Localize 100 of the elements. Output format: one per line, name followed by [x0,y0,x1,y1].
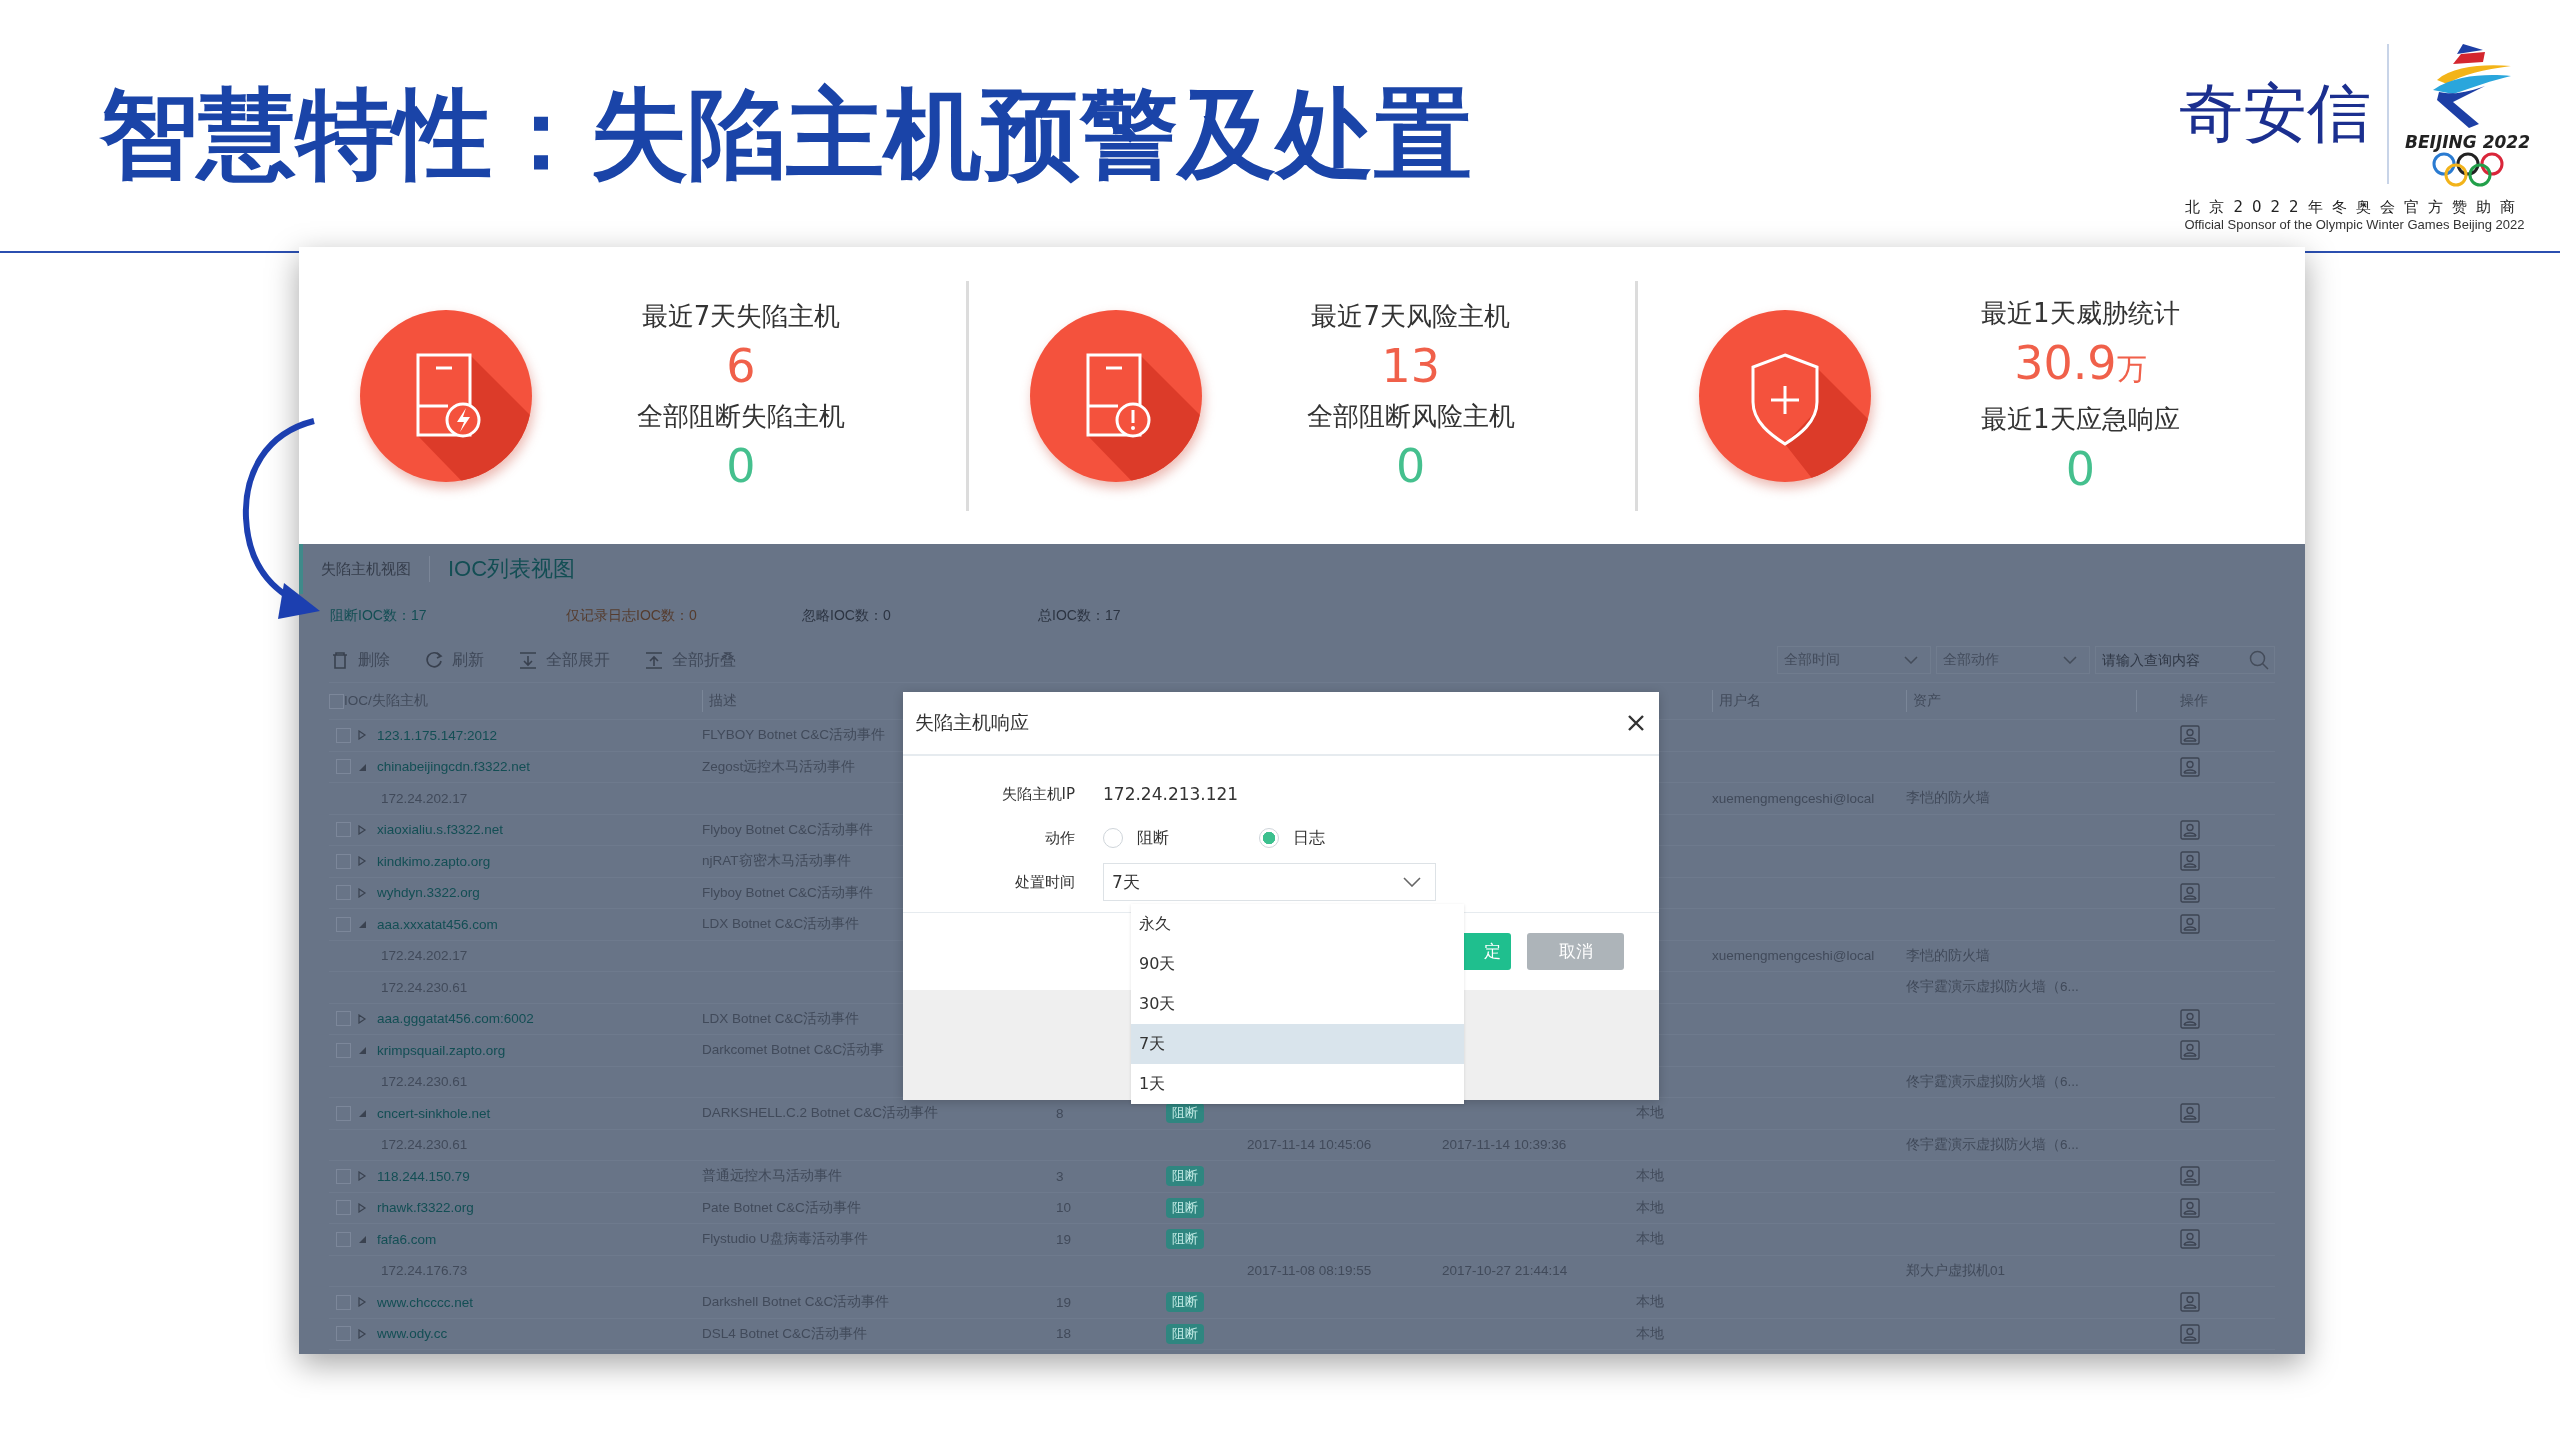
stat-value: 6 [726,337,756,395]
stat-value: 0 [2065,440,2095,498]
field-value: 172.24.213.121 [1103,784,1239,804]
ioc-link[interactable]: aaa.gggatat456.com:6002 [377,1011,534,1027]
status-tag: 阻断 [1166,1197,1204,1218]
dialog-title: 失陷主机响应 [915,710,1029,735]
caret-icon[interactable] [357,1234,367,1245]
profile-icon[interactable] [2180,756,2200,777]
profile-icon[interactable] [2180,1040,2200,1061]
radio-button[interactable] [1259,828,1279,848]
select-field[interactable]: 7天 [1103,863,1436,901]
stat-label: 最近1天威胁统计 [1981,296,2180,330]
menu-option[interactable]: 1天 [1131,1064,1464,1104]
menu-option[interactable]: 30天 [1131,984,1464,1024]
field-label: 处置时间 [1014,872,1076,892]
brand-logo-text: 奇安信 [2179,75,2372,152]
stat-label: 全部阻断失陷主机 [637,399,845,433]
status-tag: 阻断 [1166,1103,1204,1124]
shield-plus-icon [1699,309,1872,482]
sponsor-text: Official Sponsor of the Olympic Winter Games Beijing 2022 [2184,216,2525,232]
stat-label: 最近7天风险主机 [1311,299,1510,333]
ioc-link[interactable]: cncert-sinkhole.net [377,1105,491,1121]
tab[interactable]: IOC列表视图 [448,554,576,584]
caret-icon[interactable] [357,1328,367,1339]
expand-icon [518,650,538,670]
field-label: 动作 [1044,828,1076,848]
olympic-rings-icon [2430,151,2505,188]
profile-icon[interactable] [2180,1292,2200,1313]
unit-label: 万 [2116,350,2147,388]
ioc-link[interactable]: wyhdyn.3322.org [377,885,480,901]
status-tag: 阻断 [1166,1323,1204,1344]
caret-icon[interactable] [357,1045,367,1056]
menu-option[interactable]: 7天 [1131,1024,1464,1064]
status-tag: 阻断 [1166,1166,1204,1187]
emblem-text: BEIJING 2022 [2405,131,2530,152]
profile-icon[interactable] [2180,1166,2200,1187]
trash-icon [330,650,350,670]
ioc-link[interactable]: aaa.xxxatat456.com [377,916,498,932]
ioc-link[interactable]: chinabeijingcdn.f3322.net [377,759,531,775]
profile-icon[interactable] [2180,1008,2200,1029]
dialog-button[interactable]: 取消 [1527,933,1624,970]
slide-title: 智慧特性：失陷主机预警及处置 [100,75,1472,193]
stat-value: 30.9 [2014,334,2117,392]
refresh-icon [424,650,444,670]
ioc-link[interactable]: fafa6.com [377,1231,437,1247]
radio-label: 日志 [1293,827,1325,849]
caret-icon[interactable] [357,887,367,898]
stat-value: 0 [726,437,756,495]
profile-icon[interactable] [2180,851,2200,872]
profile-icon[interactable] [2180,819,2200,840]
ioc-link[interactable]: 118.244.150.79 [377,1168,470,1184]
counter-text: 总IOC数：17 [1038,607,1122,625]
caret-icon[interactable] [357,919,367,930]
profile-icon[interactable] [2180,914,2200,935]
ioc-link[interactable]: www.chcccc.net [377,1294,474,1310]
counter-text: 阻断IOC数：17 [330,607,428,625]
stat-label: 全部阻断风险主机 [1306,399,1515,433]
menu-option[interactable]: 永久 [1131,904,1464,944]
stat-value: 0 [1396,437,1426,495]
ioc-link[interactable]: kindkimo.zapto.org [377,853,491,869]
caret-icon[interactable] [357,1108,367,1119]
device-bolt-icon [360,309,532,482]
caret-icon[interactable] [357,1297,367,1308]
profile-icon[interactable] [2180,725,2200,746]
profile-icon[interactable] [2180,1323,2200,1344]
stat-label: 最近1天应急响应 [1981,402,2180,436]
ioc-link[interactable]: xiaoxialiu.s.f3322.net [377,822,504,838]
dialog-button[interactable]: 定 [1464,933,1511,970]
caret-icon[interactable] [357,824,367,835]
search-icon [2249,650,2269,670]
profile-icon[interactable] [2180,882,2200,903]
profile-icon[interactable] [2180,1197,2200,1218]
field-label: 失陷主机IP [1000,784,1076,804]
search-field[interactable]: 请输入查询内容 [2095,646,2275,674]
stat-label: 最近7天失陷主机 [641,299,841,333]
tab[interactable]: 失陷主机视图 [321,559,411,579]
sponsor-text: 北京2022年冬奥会官方赞助商 [2185,197,2524,217]
caret-icon[interactable] [357,1013,367,1024]
caret-icon [2063,656,2077,664]
menu-option[interactable]: 90天 [1131,944,1464,984]
ioc-link[interactable]: rhawk.f3322.org [377,1200,474,1216]
collapse-icon [644,650,664,670]
chevron-down-icon [1403,877,1421,887]
profile-icon[interactable] [2180,1103,2200,1124]
radio-label: 阻断 [1137,827,1169,849]
counter-text: 忽略IOC数：0 [802,607,892,625]
caret-icon[interactable] [357,730,367,741]
status-tag: 阻断 [1166,1229,1204,1250]
caret-icon [1904,656,1918,664]
ioc-link[interactable]: krimpsquail.zapto.org [377,1042,506,1058]
profile-icon[interactable] [2180,1229,2200,1250]
ioc-link[interactable]: www.ody.cc [377,1326,448,1342]
stat-value: 13 [1381,337,1440,395]
caret-icon[interactable] [357,1202,367,1213]
caret-icon[interactable] [357,856,367,867]
counter-text: 仅记录日志IOC数：0 [566,607,698,625]
close-icon[interactable] [1627,714,1645,732]
ioc-link[interactable]: 123.1.175.147:2012 [377,727,498,743]
caret-icon[interactable] [357,1171,367,1182]
status-tag: 阻断 [1166,1292,1204,1313]
